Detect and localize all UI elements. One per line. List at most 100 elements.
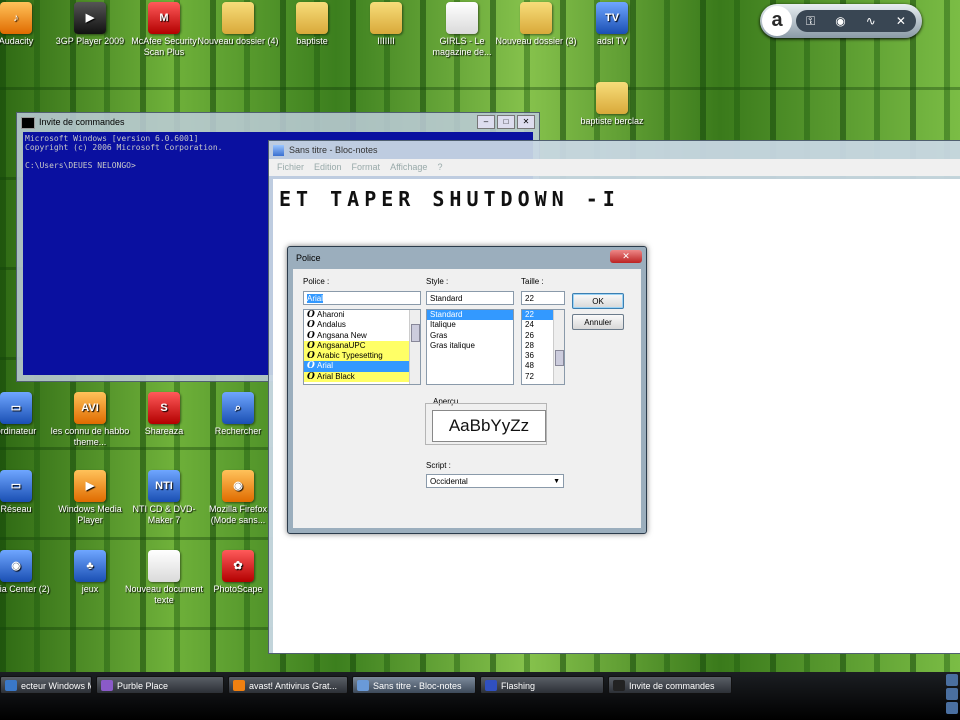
tray-app-icon[interactable] (946, 702, 958, 714)
widget-toolbar: ⚿ ◉ ∿ ✕ (796, 10, 916, 32)
desktop-icon[interactable]: Nouveau document texte (122, 550, 206, 606)
widget-icon[interactable]: ⚿ (806, 14, 815, 29)
desktop-icon-label: Nouveau document texte (124, 584, 204, 605)
widget-icon[interactable]: ∿ (866, 14, 876, 28)
widget-icon[interactable]: ◉ (835, 14, 845, 28)
desktop-icon-label: Nouveau dossier (3) (495, 36, 577, 46)
desktop-icon[interactable]: baptiste (270, 2, 354, 47)
desktop-icon-image (520, 2, 552, 34)
desktop-icon[interactable]: M McAfee Security Scan Plus (122, 2, 206, 58)
desktop-icon-label: jeux (81, 584, 99, 594)
desktop-icon-label: baptiste (296, 36, 328, 46)
taskbar-button[interactable]: Invite de commandes (608, 676, 732, 694)
taskbar-app-icon (233, 680, 245, 691)
desktop-icon-label: GIRLS - Le magazine de... (432, 36, 492, 57)
desktop-icon-image: ▶ (74, 2, 106, 34)
style-input[interactable]: Standard (426, 291, 514, 305)
style-list-item[interactable]: Gras italique (427, 341, 513, 351)
taskbar-button[interactable]: Purble Place (96, 676, 224, 694)
size-list-scrollbar[interactable] (553, 310, 564, 384)
font-list-item[interactable]: O Angsana New (304, 331, 420, 341)
desktop-icon-image: NTI (148, 470, 180, 502)
cancel-button[interactable]: Annuler (572, 314, 624, 330)
widget-icon[interactable]: ✕ (896, 14, 906, 28)
cmd-title: Invite de commandes (39, 117, 125, 127)
desktop-icon-label: NTI CD & DVD-Maker 7 (132, 504, 196, 525)
desktop-icon[interactable]: IIIIIII (344, 2, 428, 47)
font-list-item[interactable]: O Aharoni (304, 310, 420, 320)
cmd-titlebar[interactable]: Invite de commandes – □ ✕ (17, 113, 539, 131)
style-list-item[interactable]: Italique (427, 320, 513, 330)
ok-button[interactable]: OK (572, 293, 624, 309)
font-list-item[interactable]: O Andalus (304, 320, 420, 330)
font-list-item[interactable]: O Arial (304, 361, 420, 372)
font-list-scrollbar[interactable] (409, 310, 420, 384)
style-list-item[interactable]: Standard (427, 310, 513, 321)
taskbar-button[interactable]: Flashing (480, 676, 604, 694)
desktop-icon[interactable]: ♣ jeux (48, 550, 132, 595)
taskbar-label: Sans titre - Bloc-notes (373, 681, 462, 691)
opentype-icon: O (307, 340, 315, 351)
script-select[interactable]: Occidental ▼ (426, 474, 564, 488)
font-label: Police : (303, 277, 330, 286)
desktop-icon-image (446, 2, 478, 34)
taskbar-button[interactable]: ecteur Windows M... (0, 676, 92, 694)
size-list[interactable]: 22 24 26 28 36 48 72 (521, 309, 565, 385)
close-button[interactable]: ✕ (517, 115, 535, 129)
widget-logo[interactable]: a (762, 6, 792, 36)
desktop-icon[interactable]: baptiste berclaz (570, 82, 654, 127)
desktop-icon[interactable]: S Shareaza (122, 392, 206, 437)
taskbar-app-icon (485, 680, 497, 691)
opentype-icon: O (307, 310, 315, 320)
font-dialog[interactable]: Police ✕ Police : Arial O Aharoni O Andalus… (287, 246, 647, 534)
font-list[interactable]: O Aharoni O Andalus O Angsana New O AngsanaUPC O… (303, 309, 421, 385)
menu-item[interactable]: Fichier (277, 159, 304, 176)
desktop-icon[interactable]: ▶ Windows Media Player (48, 470, 132, 526)
font-name: Arabic Typesetting (317, 351, 383, 361)
menu-item[interactable]: ? (437, 159, 442, 176)
opentype-icon: O (307, 351, 315, 362)
size-label: Taille : (521, 277, 544, 286)
desktop-icon[interactable]: Nouveau dossier (4) (196, 2, 280, 47)
taskbar-button[interactable]: Sans titre - Bloc-notes (352, 676, 476, 694)
opentype-icon: O (307, 330, 315, 341)
font-input[interactable]: Arial (303, 291, 421, 305)
tray-volume-icon[interactable] (946, 688, 958, 700)
size-input[interactable]: 22 (521, 291, 565, 305)
font-name: Arial (317, 361, 334, 371)
menu-item[interactable]: Edition (314, 159, 342, 176)
script-value: Occidental (430, 477, 468, 486)
desktop-icon[interactable]: ▶ 3GP Player 2009 (48, 2, 132, 47)
opentype-icon: O (307, 320, 315, 331)
menu-item[interactable]: Format (352, 159, 381, 176)
desktop-icon[interactable]: AVI les connu de habbo theme... (48, 392, 132, 448)
style-list-item[interactable]: Gras (427, 331, 513, 341)
font-list-item[interactable]: O AngsanaUPC (304, 340, 420, 352)
system-tray[interactable] (930, 674, 958, 718)
font-dialog-titlebar[interactable]: Police ✕ (288, 247, 646, 269)
close-button[interactable]: ✕ (610, 250, 642, 263)
taskbar-label: Flashing (501, 681, 536, 691)
desktop-icon[interactable]: Nouveau dossier (3) (494, 2, 578, 47)
font-list-item[interactable]: O Arabic Typesetting (304, 351, 420, 362)
font-list-item[interactable]: O Arial Black (304, 371, 420, 383)
style-list[interactable]: Standard Italique Gras Gras italique (426, 309, 514, 385)
minimize-button[interactable]: – (477, 115, 495, 129)
notepad-icon (273, 145, 284, 156)
desktop-icon[interactable]: GIRLS - Le magazine de... (420, 2, 504, 58)
desktop-widget[interactable]: a ⚿ ◉ ∿ ✕ (760, 4, 922, 38)
desktop-icon[interactable]: TV adsl TV (570, 2, 654, 47)
desktop-icon-image: ▭ (0, 392, 32, 424)
tray-network-icon[interactable] (946, 674, 958, 686)
notepad-titlebar[interactable]: Sans titre - Bloc-notes (269, 141, 960, 159)
desktop-icon[interactable]: NTI NTI CD & DVD-Maker 7 (122, 470, 206, 526)
font-dialog-body: Police : Arial O Aharoni O Andalus O Angsana … (293, 269, 641, 528)
taskbar-app-icon (101, 680, 113, 691)
font-name: Aharoni (317, 310, 345, 319)
maximize-button[interactable]: □ (497, 115, 515, 129)
desktop-icon-image (596, 82, 628, 114)
font-name: Andalus (317, 320, 346, 330)
desktop-icon-image: S (148, 392, 180, 424)
menu-item[interactable]: Affichage (390, 159, 427, 176)
taskbar-button[interactable]: avast! Antivirus Grat... (228, 676, 348, 694)
